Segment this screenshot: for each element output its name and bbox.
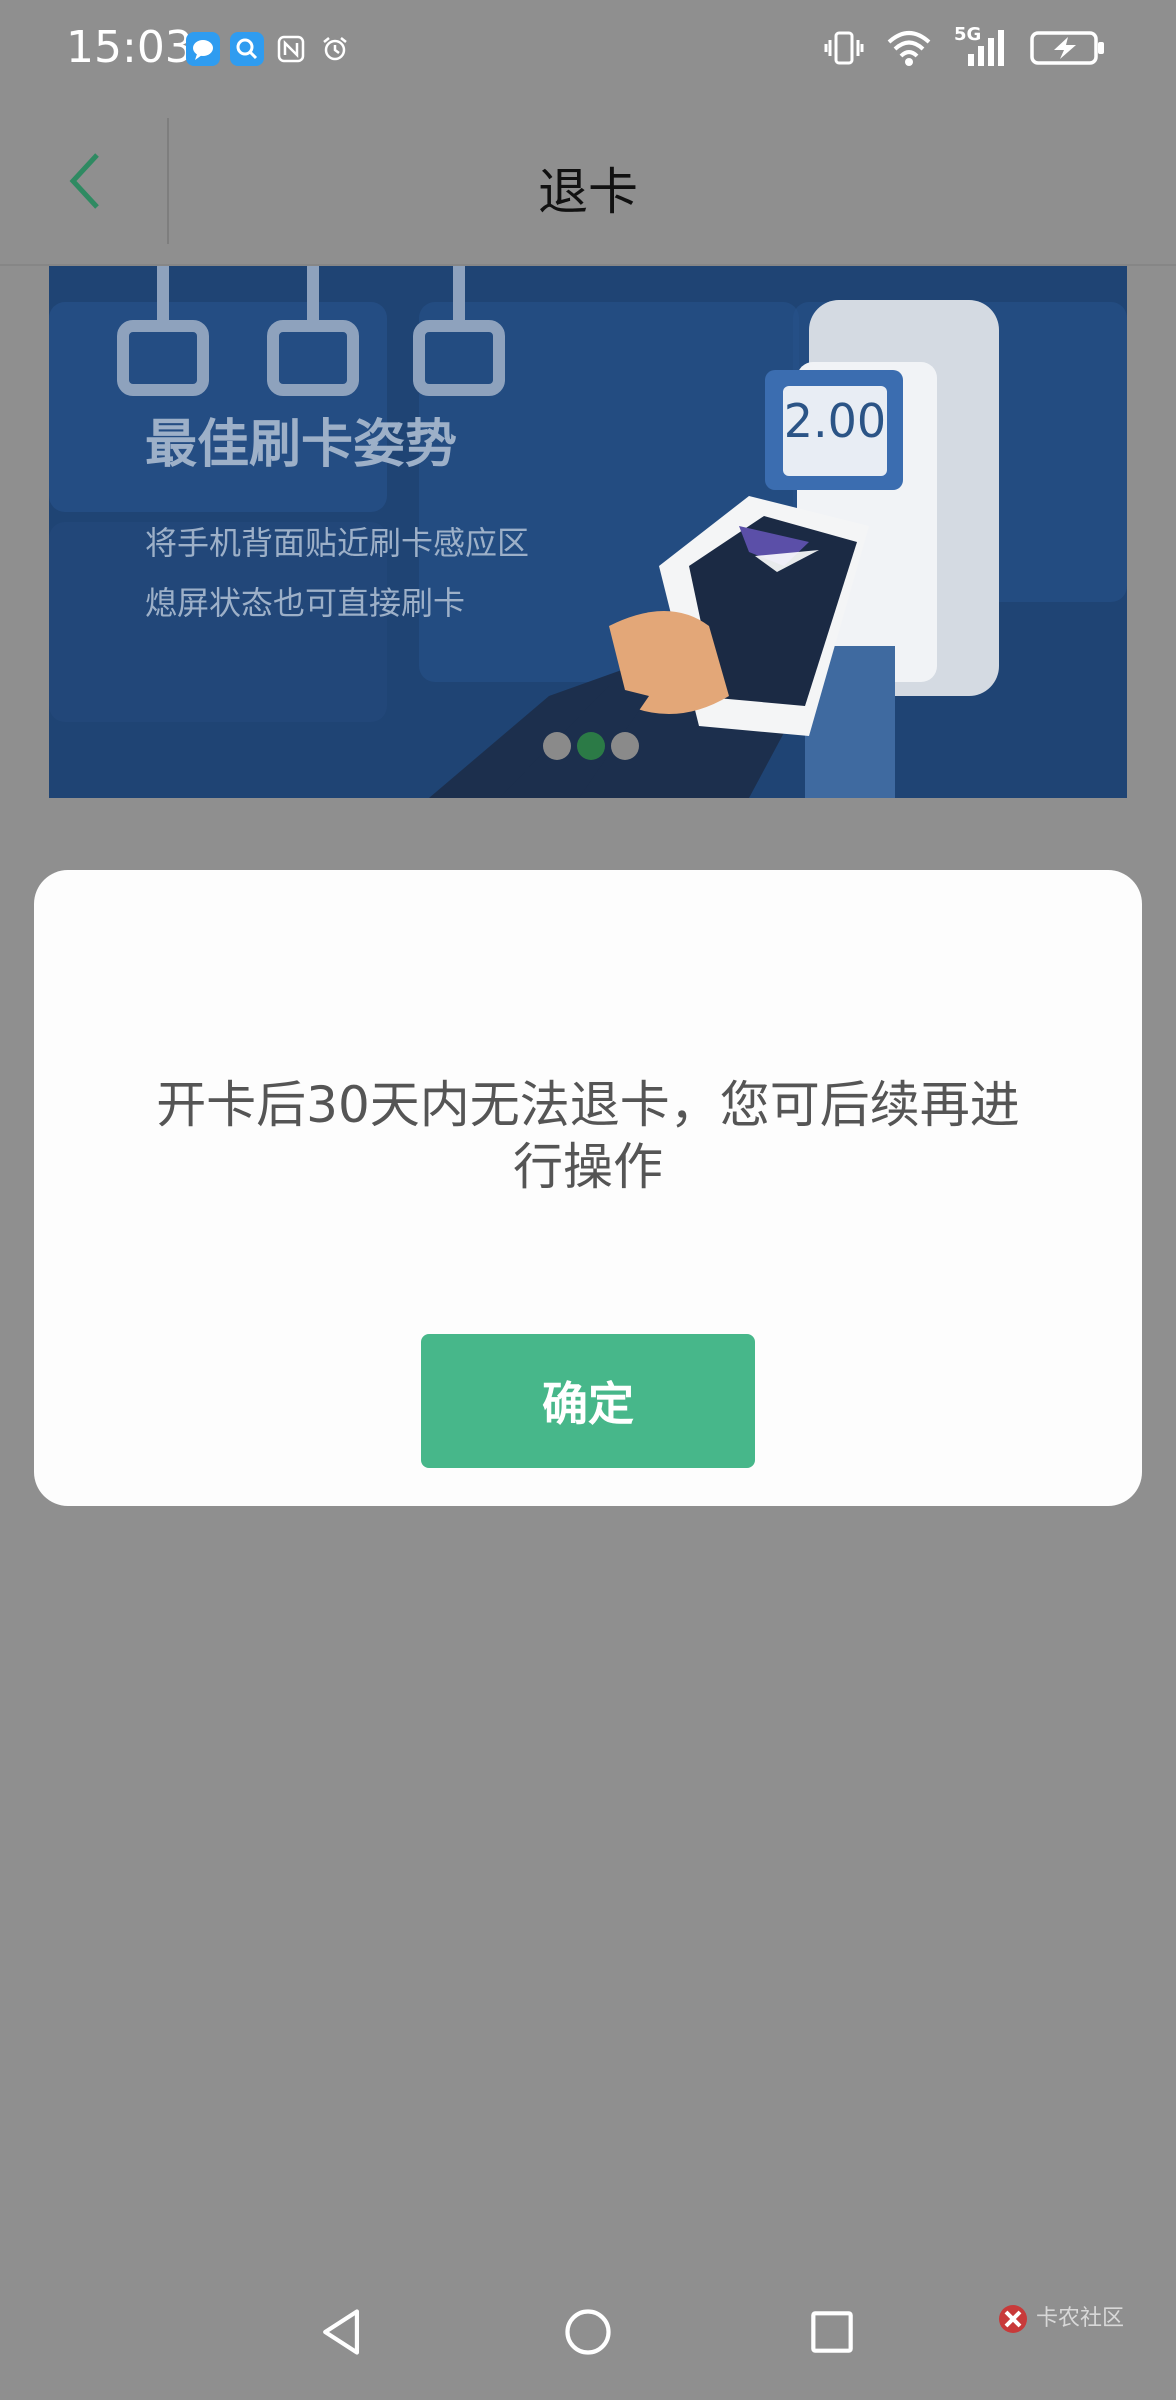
watermark-text: 卡农社区: [1036, 2306, 1125, 2331]
app-header: 退卡: [0, 96, 1176, 266]
back-triangle-icon: [323, 2309, 360, 2355]
nfc-icon: [274, 32, 308, 66]
page-title: 退卡: [538, 163, 638, 221]
status-time: 15:03: [66, 22, 193, 73]
pager-dot[interactable]: [543, 732, 571, 760]
confirm-button[interactable]: 确定: [421, 1334, 755, 1468]
home-circle-icon: [565, 2309, 611, 2355]
recent-square-icon: [811, 2311, 853, 2353]
banner-line-2: 熄屏状态也可直接刷卡: [145, 584, 466, 622]
banner-pager: [543, 732, 639, 760]
battery-charging-icon: [1030, 31, 1104, 65]
dialog-message: 开卡后30天内无法退卡，您可后续再进行操作: [156, 1076, 1020, 1196]
status-notification-icons: [186, 32, 352, 66]
pager-dot-active[interactable]: [577, 732, 605, 760]
vibrate-icon: [824, 31, 864, 65]
tap-card-banner[interactable]: 2.00 最佳刷卡姿势 将手机背面贴近刷卡感应区 熄屏状态也可直接刷卡: [49, 266, 1127, 798]
fare-display: 2.00: [783, 394, 887, 448]
wifi-icon: [887, 31, 931, 66]
signal-5g-icon: 5G: [954, 24, 1008, 68]
alarm-icon: [318, 32, 352, 66]
alert-dialog: 开卡后30天内无法退卡，您可后续再进行操作 确定: [34, 870, 1142, 1506]
nav-recent-button[interactable]: [792, 2292, 872, 2372]
nav-back-button[interactable]: [302, 2292, 382, 2372]
status-bar: 15:03 5G: [0, 0, 1176, 96]
search-icon: [230, 32, 264, 66]
banner-line-1: 将手机背面贴近刷卡感应区: [145, 524, 530, 562]
watermark: 卡农社区: [996, 2302, 1124, 2336]
status-system-icons: 5G: [824, 24, 1106, 68]
chat-icon: [186, 32, 220, 66]
watermark-logo-icon: [999, 2305, 1027, 2333]
nav-home-button[interactable]: [548, 2292, 628, 2372]
banner-title: 最佳刷卡姿势: [145, 415, 458, 475]
pager-dot[interactable]: [611, 732, 639, 760]
system-nav-bar: 卡农社区: [0, 2262, 1176, 2400]
